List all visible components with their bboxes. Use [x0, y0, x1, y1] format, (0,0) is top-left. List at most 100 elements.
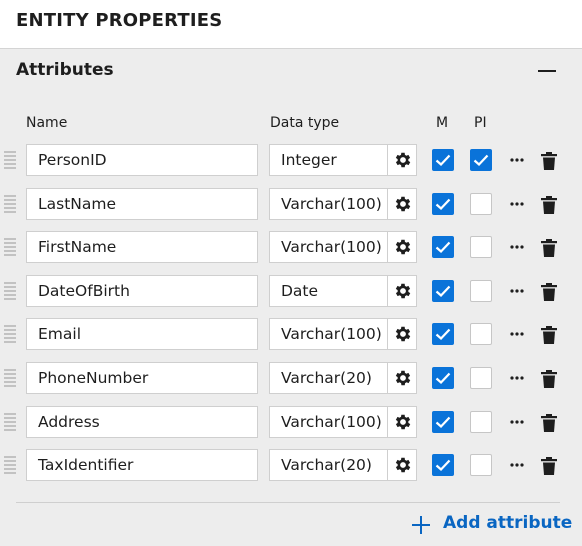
pi-checkbox[interactable] — [470, 193, 492, 215]
more-horizontal-icon — [508, 416, 526, 435]
attribute-name-input[interactable]: LastName — [26, 188, 258, 220]
drag-handle-icon[interactable] — [4, 456, 16, 476]
data-type-field[interactable]: Varchar(100) — [270, 232, 387, 262]
panel-title: ENTITY PROPERTIES — [16, 10, 223, 31]
pi-checkbox[interactable] — [470, 280, 492, 302]
column-header-name: Name — [26, 115, 68, 131]
data-type-selector: Varchar(100) — [269, 231, 417, 263]
data-type-field[interactable]: Varchar(100) — [270, 407, 387, 437]
data-type-selector: Varchar(100) — [269, 188, 417, 220]
delete-attribute-button[interactable] — [540, 369, 558, 389]
data-type-field[interactable]: Varchar(20) — [270, 363, 387, 393]
plus-icon — [412, 516, 430, 534]
more-horizontal-icon — [508, 285, 526, 304]
delete-attribute-button[interactable] — [540, 413, 558, 433]
column-header-data-type: Data type — [270, 115, 340, 131]
attribute-row: DateOfBirth Date — [0, 275, 582, 309]
data-type-settings-button[interactable] — [387, 363, 417, 393]
delete-attribute-button[interactable] — [540, 456, 558, 476]
pi-checkbox[interactable] — [470, 411, 492, 433]
trash-icon — [540, 414, 558, 437]
data-type-settings-button[interactable] — [387, 145, 417, 175]
mandatory-checkbox[interactable] — [432, 149, 454, 171]
panel-header: ENTITY PROPERTIES — [0, 0, 582, 49]
add-attribute-label: Add attribute — [443, 513, 573, 533]
data-type-settings-button[interactable] — [387, 189, 417, 219]
pi-checkbox[interactable] — [470, 149, 492, 171]
column-header-mandatory: M — [436, 115, 449, 131]
attribute-name-input[interactable]: DateOfBirth — [26, 275, 258, 307]
data-type-settings-button[interactable] — [387, 407, 417, 437]
mandatory-checkbox[interactable] — [432, 193, 454, 215]
delete-attribute-button[interactable] — [540, 325, 558, 345]
drag-handle-icon[interactable] — [4, 325, 16, 345]
drag-handle-icon[interactable] — [4, 195, 16, 215]
attribute-name-input[interactable]: Address — [26, 406, 258, 438]
more-horizontal-icon — [508, 328, 526, 347]
section-title: Attributes — [16, 60, 114, 80]
pi-checkbox[interactable] — [470, 236, 492, 258]
more-horizontal-icon — [508, 459, 526, 478]
data-type-settings-button[interactable] — [387, 319, 417, 349]
pi-checkbox[interactable] — [470, 367, 492, 389]
delete-attribute-button[interactable] — [540, 282, 558, 302]
attribute-row: PhoneNumber Varchar(20) — [0, 362, 582, 396]
more-options-button[interactable] — [508, 282, 526, 300]
data-type-field[interactable]: Varchar(100) — [270, 189, 387, 219]
delete-attribute-button[interactable] — [540, 151, 558, 171]
data-type-field[interactable]: Integer — [270, 145, 387, 175]
more-options-button[interactable] — [508, 413, 526, 431]
mandatory-checkbox[interactable] — [432, 323, 454, 345]
drag-handle-icon[interactable] — [4, 413, 16, 433]
trash-icon — [540, 196, 558, 219]
attribute-name-input[interactable]: PhoneNumber — [26, 362, 258, 394]
pi-checkbox[interactable] — [470, 323, 492, 345]
data-type-selector: Varchar(100) — [269, 318, 417, 350]
drag-handle-icon[interactable] — [4, 238, 16, 258]
mandatory-checkbox[interactable] — [432, 280, 454, 302]
attribute-name-input[interactable]: PersonID — [26, 144, 258, 176]
delete-attribute-button[interactable] — [540, 238, 558, 258]
trash-icon — [540, 457, 558, 480]
more-horizontal-icon — [508, 198, 526, 217]
more-options-button[interactable] — [508, 325, 526, 343]
more-options-button[interactable] — [508, 151, 526, 169]
data-type-settings-button[interactable] — [387, 450, 417, 480]
data-type-field[interactable]: Varchar(100) — [270, 319, 387, 349]
mandatory-checkbox[interactable] — [432, 367, 454, 389]
more-options-button[interactable] — [508, 456, 526, 474]
attribute-name-input[interactable]: FirstName — [26, 231, 258, 263]
data-type-settings-button[interactable] — [387, 232, 417, 262]
attribute-row: FirstName Varchar(100) — [0, 231, 582, 265]
attribute-row: Address Varchar(100) — [0, 406, 582, 440]
attribute-row: PersonID Integer — [0, 144, 582, 178]
attribute-name-input[interactable]: TaxIdentifier — [26, 449, 258, 481]
more-options-button[interactable] — [508, 238, 526, 256]
drag-handle-icon[interactable] — [4, 151, 16, 171]
drag-handle-icon[interactable] — [4, 369, 16, 389]
attribute-row: TaxIdentifier Varchar(20) — [0, 449, 582, 483]
data-type-field[interactable]: Date — [270, 276, 387, 306]
data-type-selector: Date — [269, 275, 417, 307]
trash-icon — [540, 326, 558, 349]
delete-attribute-button[interactable] — [540, 195, 558, 215]
data-type-selector: Varchar(20) — [269, 449, 417, 481]
trash-icon — [540, 152, 558, 175]
data-type-selector: Integer — [269, 144, 417, 176]
more-options-button[interactable] — [508, 195, 526, 213]
attribute-name-input[interactable]: Email — [26, 318, 258, 350]
mandatory-checkbox[interactable] — [432, 454, 454, 476]
mandatory-checkbox[interactable] — [432, 411, 454, 433]
trash-icon — [540, 239, 558, 262]
more-horizontal-icon — [508, 372, 526, 391]
data-type-selector: Varchar(100) — [269, 406, 417, 438]
attribute-row: Email Varchar(100) — [0, 318, 582, 352]
collapse-section-button[interactable] — [536, 60, 558, 82]
drag-handle-icon[interactable] — [4, 282, 16, 302]
pi-checkbox[interactable] — [470, 454, 492, 476]
mandatory-checkbox[interactable] — [432, 236, 454, 258]
data-type-settings-button[interactable] — [387, 276, 417, 306]
data-type-field[interactable]: Varchar(20) — [270, 450, 387, 480]
more-options-button[interactable] — [508, 369, 526, 387]
data-type-selector: Varchar(20) — [269, 362, 417, 394]
